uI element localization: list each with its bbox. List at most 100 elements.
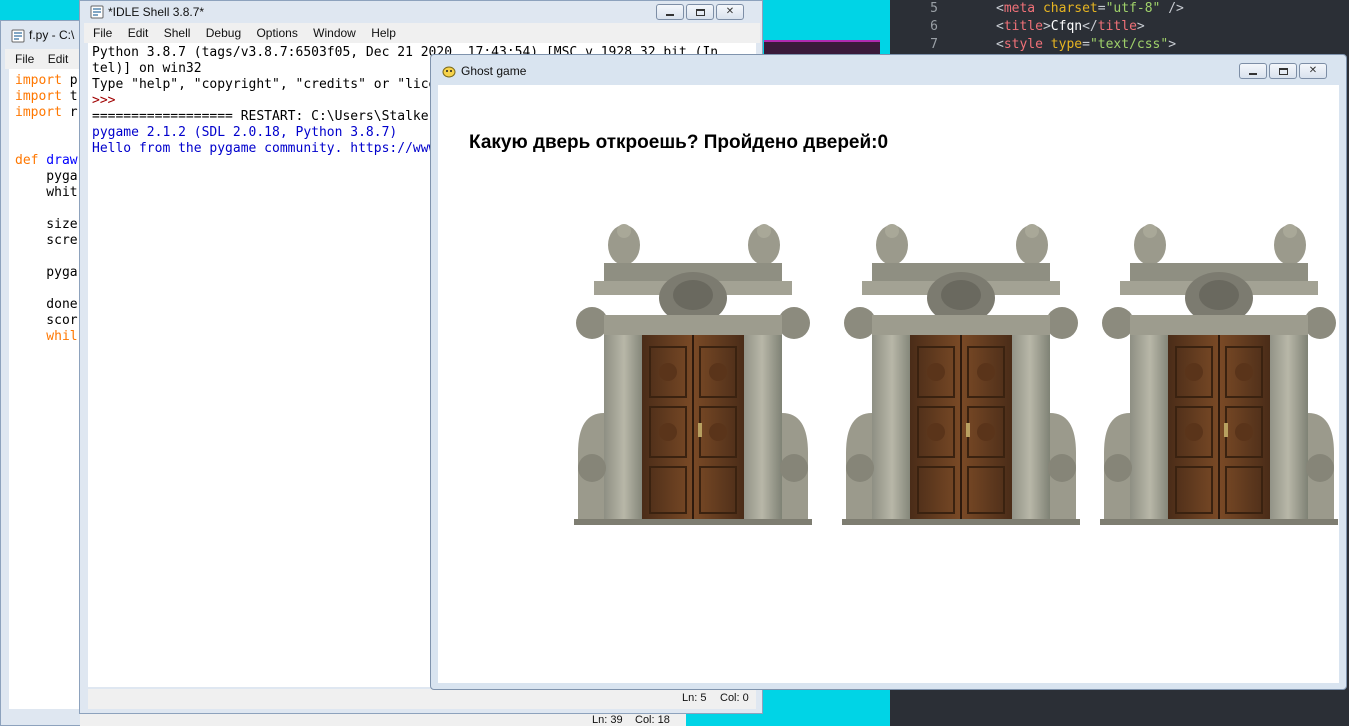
code-token: r	[61, 105, 78, 120]
code-token: =	[1082, 37, 1090, 52]
close-icon: ✕	[1308, 65, 1318, 76]
code-line: scre	[15, 233, 78, 249]
code-token: type	[1042, 37, 1083, 52]
shell-line: tel)] on win32	[92, 61, 202, 76]
code-line: whil	[15, 329, 78, 345]
fpy-menu-edit[interactable]: Edit	[48, 52, 69, 66]
line-number: 6	[930, 19, 938, 34]
background-window-strip	[764, 40, 880, 54]
code-token: draw	[38, 153, 78, 168]
idle-menu-bar: File Edit Shell Debug Options Window Hel…	[84, 23, 760, 43]
minimize-button[interactable]	[1239, 63, 1267, 79]
menu-window[interactable]: Window	[313, 26, 356, 40]
shell-line: ================== RESTART: C:\Users\Sta…	[92, 109, 476, 124]
code-line: import p	[15, 73, 78, 89]
code-token: pyga	[15, 169, 78, 184]
menu-file[interactable]: File	[93, 26, 112, 40]
line-number: 5	[930, 1, 938, 16]
code-line: def draw	[15, 153, 78, 169]
code-token: style	[1003, 37, 1043, 52]
code-token: =	[1097, 1, 1106, 16]
code-token: >	[1136, 19, 1145, 34]
game-prompt: Какую дверь откроешь? Пройдено дверей:0	[469, 132, 889, 153]
code-token: title	[1097, 19, 1137, 34]
close-button[interactable]: ✕	[1299, 63, 1327, 79]
code-token: charset	[1035, 1, 1098, 16]
menu-shell[interactable]: Shell	[164, 26, 191, 40]
maximize-button[interactable]	[686, 4, 714, 20]
code-line: import r	[15, 105, 78, 121]
code-line: import t	[15, 89, 78, 105]
line-number: Ln: 5	[682, 692, 707, 704]
code-token: import	[15, 73, 62, 88]
code-token: t	[61, 89, 78, 104]
code-token: >	[1042, 19, 1051, 34]
code-line: done	[15, 297, 78, 313]
code-token: <	[996, 19, 1004, 34]
code-token: pyga	[15, 265, 78, 280]
code-line: 6 <title>Cfqn</title>	[890, 18, 1349, 36]
code-token: done	[15, 297, 78, 312]
code-line: pyga	[15, 169, 78, 185]
close-icon: ✕	[725, 6, 735, 17]
close-button[interactable]: ✕	[716, 4, 744, 20]
shell-line: pygame 2.1.2 (SDL 2.0.18, Python 3.8.7)	[92, 125, 398, 140]
minimize-button[interactable]	[656, 4, 684, 20]
fpy-column-number: Col: 18	[635, 714, 670, 726]
code-token: </	[1082, 19, 1098, 34]
code-token: whil	[15, 329, 78, 344]
code-token: import	[15, 105, 62, 120]
code-token: title	[1003, 19, 1043, 34]
maximize-icon	[1278, 67, 1288, 75]
python-icon	[90, 5, 104, 19]
shell-line: >>>	[92, 93, 116, 108]
code-line: 5 <meta charset="utf-8" />	[890, 0, 1349, 18]
fpy-title-text: f.py - C:\	[29, 28, 75, 42]
code-line: whit	[15, 185, 78, 201]
code-token: >	[1168, 37, 1177, 52]
column-number: Col: 0	[720, 692, 749, 704]
code-token: scor	[15, 313, 78, 328]
ghost-game-window: Ghost game ✕ Какую дверь откроешь? Пройд…	[430, 54, 1347, 690]
fpy-status-bar: Ln: 39 Col: 18	[80, 714, 686, 726]
fpy-line-number: Ln: 39	[592, 714, 623, 726]
python-icon	[11, 29, 25, 43]
code-line: size	[15, 217, 78, 233]
code-token: <	[996, 1, 1004, 16]
minimize-icon	[1249, 72, 1257, 75]
code-token: whit	[15, 185, 78, 200]
idle-window-controls: ✕	[656, 4, 744, 20]
ghost-title-bar[interactable]: Ghost game	[431, 55, 1346, 85]
door-2[interactable]	[842, 223, 1080, 525]
pygame-icon	[442, 66, 456, 78]
door-3[interactable]	[1100, 223, 1338, 525]
code-line: pyga	[15, 265, 78, 281]
idle-title-text: *IDLE Shell 3.8.7*	[108, 5, 205, 19]
ghost-window-controls: ✕	[1239, 63, 1327, 79]
code-token: size	[15, 217, 78, 232]
door-1[interactable]	[574, 223, 812, 525]
line-number: 7	[930, 37, 938, 52]
code-token: "utf-8"	[1105, 1, 1161, 16]
code-token: />	[1160, 1, 1184, 16]
maximize-icon	[695, 8, 705, 16]
menu-options[interactable]: Options	[256, 26, 297, 40]
code-token: import	[15, 89, 62, 104]
game-canvas[interactable]: Какую дверь откроешь? Пройдено дверей:0	[438, 85, 1339, 683]
menu-debug[interactable]: Debug	[206, 26, 241, 40]
ghost-title-text: Ghost game	[461, 64, 527, 78]
code-line: 7 <style type="text/css">	[890, 36, 1349, 54]
code-token: <	[996, 37, 1004, 52]
code-token: scre	[15, 233, 78, 248]
minimize-icon	[666, 13, 674, 16]
code-token: meta	[1003, 1, 1036, 16]
code-token: p	[61, 73, 78, 88]
code-token: def	[15, 153, 39, 168]
code-token: "text/css"	[1089, 37, 1169, 52]
code-token: Cfqn	[1050, 19, 1083, 34]
fpy-menu-file[interactable]: File	[15, 52, 34, 66]
menu-edit[interactable]: Edit	[128, 26, 149, 40]
maximize-button[interactable]	[1269, 63, 1297, 79]
menu-help[interactable]: Help	[371, 26, 396, 40]
idle-status-bar: Ln: 5 Col: 0	[88, 689, 756, 709]
